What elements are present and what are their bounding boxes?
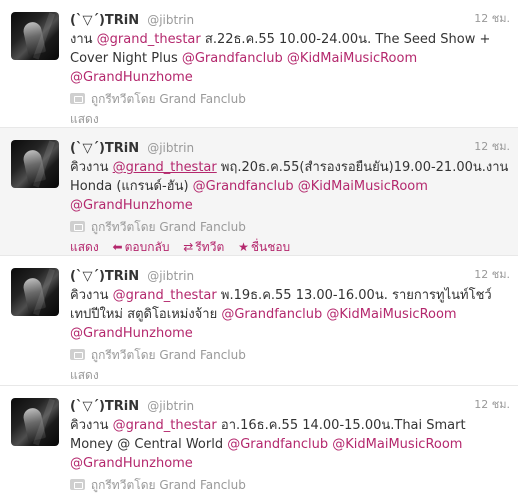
user-handle[interactable]: @jibtrin	[147, 399, 194, 413]
user-name[interactable]: (`▽´)TRiN	[70, 269, 139, 284]
retweeted-by-label: ถูกรีทวีตโดย Grand Fanclub	[90, 348, 246, 362]
show-link[interactable]: แสดง	[70, 368, 99, 382]
timestamp[interactable]: 12 ชม.	[474, 138, 510, 156]
tweet[interactable]: (`▽´)TRiN @jibtrin 12 ชม. คิวงาน @grand_…	[0, 256, 518, 386]
retweeted-by: ถูกรีทวีตโดย Grand Fanclub	[70, 477, 510, 493]
avatar[interactable]	[11, 268, 59, 316]
user-name[interactable]: (`▽´)TRiN	[70, 13, 139, 28]
mention-link[interactable]: @grand_thestar	[97, 32, 201, 47]
favorite-button[interactable]: ★ ชื่นชอบ	[238, 240, 290, 254]
favorite-label: ชื่นชอบ	[250, 240, 291, 254]
show-link[interactable]: แสดง	[70, 240, 99, 254]
star-icon: ★	[238, 240, 249, 254]
mention-link[interactable]: @grand_thestar	[113, 418, 217, 433]
tweet-text: คิวงาน @grand_thestar พ.19ธ.ค.55 13.00-1…	[70, 286, 510, 343]
reply-arrow-icon: ⬅	[112, 240, 123, 254]
tweet-actions: แสดง	[70, 111, 510, 127]
retweet-small-icon	[70, 349, 85, 360]
retweeted-by: ถูกรีทวีตโดย Grand Fanclub	[70, 91, 510, 107]
tweet[interactable]: (`▽´)TRiN @jibtrin 12 ชม. คิวงาน @grand_…	[0, 128, 518, 256]
user-name[interactable]: (`▽´)TRiN	[70, 141, 139, 156]
retweeted-by-label: ถูกรีทวีตโดย Grand Fanclub	[90, 478, 246, 492]
mention-link[interactable]: @Grandfanclub	[182, 51, 283, 66]
mention-link[interactable]: @Grandfanclub	[221, 307, 322, 322]
mention-link[interactable]: @Grandfanclub	[193, 179, 294, 194]
retweet-label: รีทวีต	[195, 240, 225, 254]
tweet-text: คิวงาน @grand_thestar อา.16ธ.ค.55 14.00-…	[70, 416, 510, 473]
user-handle[interactable]: @jibtrin	[147, 141, 194, 155]
user-handle[interactable]: @jibtrin	[147, 269, 194, 283]
mention-link[interactable]: @GrandHunzhome	[70, 326, 193, 341]
retweet-small-icon	[70, 479, 85, 490]
tweet-actions: แสดง	[70, 367, 510, 383]
retweeted-by-label: ถูกรีทวีตโดย Grand Fanclub	[90, 92, 246, 106]
user-name[interactable]: (`▽´)TRiN	[70, 399, 139, 414]
tweet-header: (`▽´)TRiN @jibtrin 12 ชม.	[70, 396, 510, 414]
tweet[interactable]: (`▽´)TRiN @jibtrin 12 ชม. งาน @grand_the…	[0, 0, 518, 128]
tweet-text-segment: งาน	[70, 32, 97, 47]
show-link[interactable]: แสดง	[70, 112, 99, 126]
reply-button[interactable]: ⬅ ตอบกลับ	[113, 240, 170, 254]
tweet-text-segment: คิวงาน	[70, 288, 113, 303]
retweet-small-icon	[70, 221, 85, 232]
tweet-text-segment: คิวงาน	[70, 160, 113, 175]
retweeted-by: ถูกรีทวีตโดย Grand Fanclub	[70, 219, 510, 235]
mention-link[interactable]: @GrandHunzhome	[70, 198, 193, 213]
tweet-text: งาน @grand_thestar ส.22ธ.ค.55 10.00-24.0…	[70, 30, 510, 87]
tweet-header: (`▽´)TRiN @jibtrin 12 ชม.	[70, 138, 510, 156]
tweet-text-segment: คิวงาน	[70, 418, 113, 433]
tweet-actions: แสดง ⬅ ตอบกลับ ⇄ รีทวีต ★ ชื่นชอบ	[70, 239, 510, 255]
avatar[interactable]	[11, 12, 59, 60]
mention-link[interactable]: @GrandHunzhome	[70, 70, 193, 85]
mention-link[interactable]: @KidMaiMusicRoom	[332, 437, 462, 452]
avatar[interactable]	[11, 140, 59, 188]
tweet-header: (`▽´)TRiN @jibtrin 12 ชม.	[70, 266, 510, 284]
mention-link[interactable]: @Grandfanclub	[227, 437, 328, 452]
avatar[interactable]	[11, 398, 59, 446]
tweet-header: (`▽´)TRiN @jibtrin 12 ชม.	[70, 10, 510, 28]
timestamp[interactable]: 12 ชม.	[474, 10, 510, 28]
reply-label: ตอบกลับ	[124, 240, 170, 254]
timestamp[interactable]: 12 ชม.	[474, 266, 510, 284]
mention-link[interactable]: @grand_thestar	[113, 288, 217, 303]
mention-link[interactable]: @GrandHunzhome	[70, 456, 193, 471]
mention-link[interactable]: @KidMaiMusicRoom	[287, 51, 417, 66]
timestamp[interactable]: 12 ชม.	[474, 396, 510, 414]
tweet-text: คิวงาน @grand_thestar พฤ.20ธ.ค.55(สำรองร…	[70, 158, 510, 215]
retweet-button[interactable]: ⇄ รีทวีต	[183, 240, 224, 254]
mention-link[interactable]: @KidMaiMusicRoom	[326, 307, 456, 322]
mention-link[interactable]: @KidMaiMusicRoom	[298, 179, 428, 194]
retweeted-by: ถูกรีทวีตโดย Grand Fanclub	[70, 347, 510, 363]
user-handle[interactable]: @jibtrin	[147, 13, 194, 27]
tweet[interactable]: (`▽´)TRiN @jibtrin 12 ชม. คิวงาน @grand_…	[0, 386, 518, 493]
retweet-icon: ⇄	[183, 240, 194, 254]
retweeted-by-label: ถูกรีทวีตโดย Grand Fanclub	[90, 220, 246, 234]
mention-link[interactable]: @grand_thestar	[113, 160, 217, 175]
tweet-timeline: (`▽´)TRiN @jibtrin 12 ชม. งาน @grand_the…	[0, 0, 518, 493]
retweet-small-icon	[70, 93, 85, 104]
